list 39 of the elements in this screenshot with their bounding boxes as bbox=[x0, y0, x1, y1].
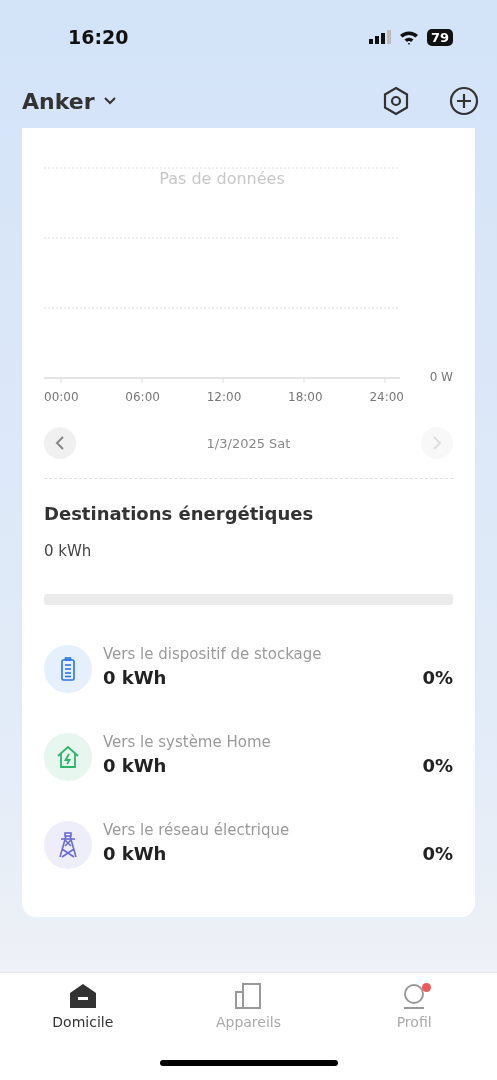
destination-percent: 0% bbox=[422, 754, 453, 776]
signal-icon bbox=[368, 30, 391, 44]
energy-total: 0 kWh bbox=[44, 542, 93, 560]
settings-button[interactable] bbox=[381, 86, 411, 116]
tab-bar-item[interactable]: Profil bbox=[354, 983, 475, 1030]
destination-label: Vers le réseau électrique bbox=[103, 820, 291, 839]
destination-label: Vers le système Home bbox=[103, 732, 272, 751]
chevron-right-icon bbox=[432, 436, 442, 450]
axis-unit-label: 0 W bbox=[429, 370, 453, 384]
axis-tick-label: 24:00 bbox=[369, 390, 404, 404]
battery-icon bbox=[61, 657, 75, 681]
add-icon bbox=[449, 86, 479, 116]
tab-bar-item[interactable]: Domicile bbox=[22, 983, 143, 1030]
chevron-down-icon[interactable] bbox=[102, 96, 117, 106]
settings-icon bbox=[381, 86, 411, 116]
axis-tick-label: 00:00 bbox=[44, 390, 79, 404]
destination-percent: 0% bbox=[422, 842, 453, 864]
house-bolt-icon bbox=[56, 745, 80, 769]
tab-bar-item[interactable]: Appareils bbox=[188, 983, 309, 1030]
date-label: 1/3/2025 Sat bbox=[206, 435, 291, 451]
home-icon bbox=[68, 983, 97, 1009]
destination-energy: 0 kWh bbox=[103, 842, 167, 864]
devices-icon bbox=[234, 983, 263, 1009]
axis-tick-label: 18:00 bbox=[288, 390, 323, 404]
chevron-left-icon bbox=[55, 436, 65, 450]
battery-level: 79 bbox=[426, 28, 453, 46]
power-tower-icon bbox=[58, 832, 78, 858]
axis-tick-label: 06:00 bbox=[125, 390, 160, 404]
status-time: 16:20 bbox=[68, 26, 129, 48]
wifi-icon bbox=[398, 29, 419, 45]
destination-energy: 0 kWh bbox=[103, 754, 167, 776]
add-button[interactable] bbox=[449, 86, 479, 116]
section-title: Destinations énergétiques bbox=[44, 503, 315, 524]
home-title: Anker bbox=[22, 88, 95, 114]
destination-percent: 0% bbox=[422, 666, 453, 688]
destination-label: Vers le dispositif de stockage bbox=[103, 644, 323, 663]
previous-day-button[interactable] bbox=[44, 427, 76, 459]
axis-tick-label: 12:00 bbox=[206, 390, 242, 404]
destination-energy: 0 kWh bbox=[103, 666, 167, 688]
